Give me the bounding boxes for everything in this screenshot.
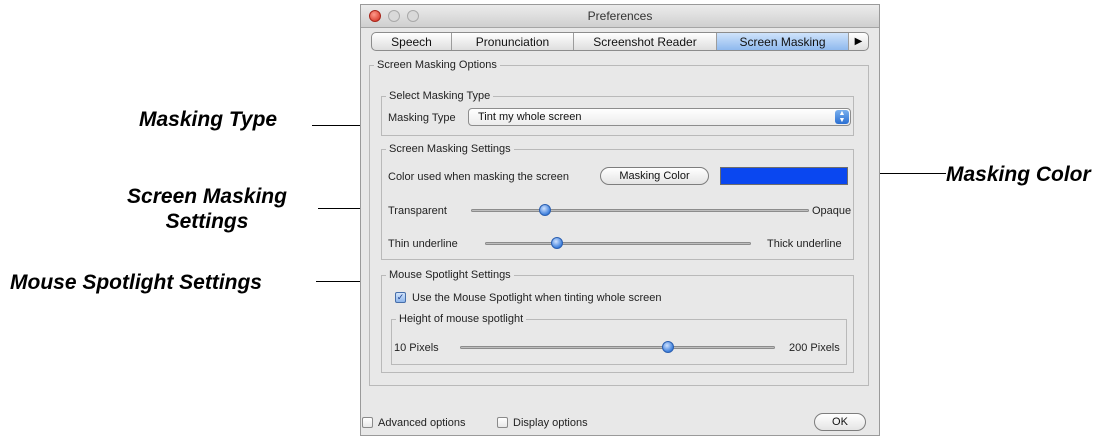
tab-bar: Speech Pronunciation Screenshot Reader S… — [371, 32, 869, 51]
advanced-options-label: Advanced options — [378, 417, 466, 429]
callout-screen-masking-line1: Screen Masking — [127, 185, 287, 208]
underline-slider-track[interactable] — [485, 242, 751, 245]
display-options-label: Display options — [513, 417, 588, 429]
callout-masking-type: Masking Type — [139, 108, 278, 131]
tab-pronunciation[interactable]: Pronunciation — [452, 33, 574, 50]
spotlight-max-label: 200 Pixels — [789, 342, 840, 354]
masking-color-button[interactable]: Masking Color — [600, 167, 709, 185]
callout-mouse-spotlight: Mouse Spotlight Settings — [10, 271, 262, 294]
preferences-window: Preferences Speech Pronunciation Screens… — [360, 4, 880, 436]
screen-masking-settings-label: Screen Masking Settings — [386, 142, 514, 156]
mouse-spotlight-settings-label: Mouse Spotlight Settings — [386, 268, 514, 282]
use-spotlight-label: Use the Mouse Spotlight when tinting who… — [412, 292, 662, 304]
select-masking-type-label: Select Masking Type — [386, 89, 494, 103]
callout-masking-color: Masking Color — [946, 163, 1091, 186]
tab-screenshot-reader[interactable]: Screenshot Reader — [574, 33, 717, 50]
masking-type-select[interactable]: Tint my whole screen ▲ ▼ — [468, 108, 851, 126]
underline-slider-knob[interactable] — [550, 237, 563, 249]
callout-screen-masking-settings: Screen Masking Settings — [118, 184, 296, 234]
underline-min-label: Thin underline — [388, 238, 458, 250]
tab-screen-masking[interactable]: Screen Masking — [717, 33, 849, 50]
tab-speech[interactable]: Speech — [372, 33, 452, 50]
spotlight-slider-knob[interactable] — [661, 341, 674, 353]
spotlight-height-label: Height of mouse spotlight — [396, 312, 527, 326]
masking-type-value: Tint my whole screen — [478, 111, 582, 123]
window-title: Preferences — [587, 9, 653, 23]
underline-max-label: Thick underline — [767, 238, 842, 250]
up-down-arrows-icon: ▲ ▼ — [835, 110, 849, 124]
triangle-right-icon[interactable]: ▶ — [849, 33, 868, 50]
title-bar[interactable]: Preferences — [361, 5, 879, 28]
opacity-slider-track[interactable] — [471, 209, 809, 212]
masking-type-label: Masking Type — [388, 112, 456, 124]
advanced-options-checkbox[interactable] — [362, 417, 373, 428]
opacity-min-label: Transparent — [388, 205, 447, 217]
callout-screen-masking-line2: Settings — [165, 210, 249, 233]
spotlight-min-label: 10 Pixels — [394, 342, 439, 354]
ok-button[interactable]: OK — [814, 413, 866, 431]
spotlight-slider-track[interactable] — [460, 346, 775, 349]
use-spotlight-checkbox[interactable]: ✓ — [395, 292, 406, 303]
display-options-checkbox[interactable] — [497, 417, 508, 428]
opacity-max-label: Opaque — [812, 205, 852, 217]
masking-color-swatch[interactable] — [720, 167, 848, 185]
screen-masking-options-label: Screen Masking Options — [374, 58, 500, 72]
masking-color-description: Color used when masking the screen — [388, 171, 569, 183]
spotlight-height-group: Height of mouse spotlight — [391, 312, 847, 365]
